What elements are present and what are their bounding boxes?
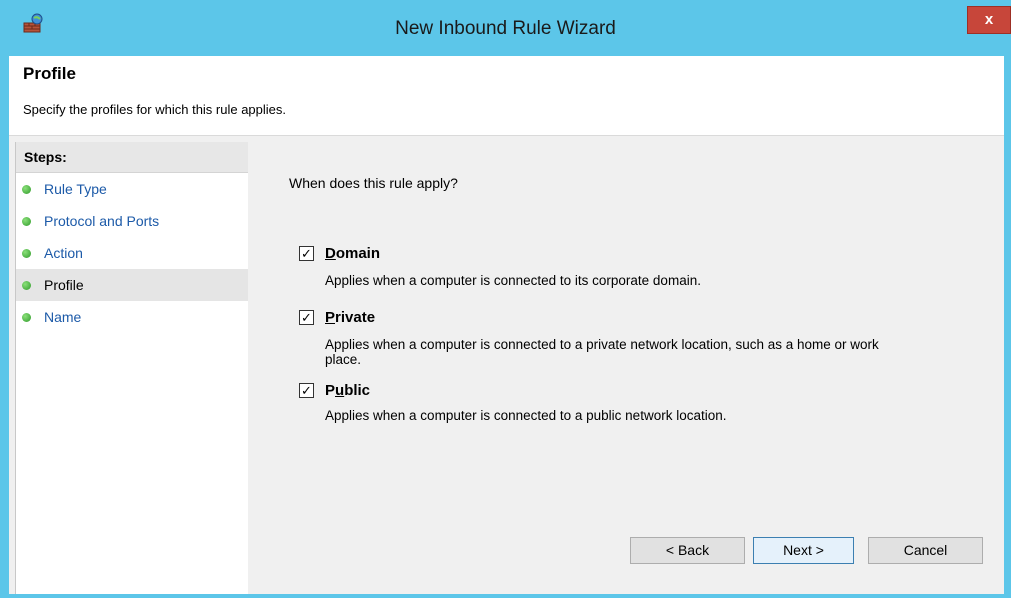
profile-content: When does this rule apply? ✓ Domain Appl…	[269, 142, 1004, 594]
check-icon: ✓	[301, 310, 312, 325]
private-checkbox[interactable]: ✓	[299, 310, 314, 325]
cancel-button[interactable]: Cancel	[868, 537, 983, 564]
domain-checkbox[interactable]: ✓	[299, 246, 314, 261]
step-name[interactable]: Name	[16, 301, 248, 333]
check-icon: ✓	[301, 383, 312, 398]
page-title: Profile	[23, 64, 76, 83]
step-status-icon	[22, 217, 31, 226]
steps-panel: Steps: Rule Type Protocol and Ports Acti…	[15, 142, 248, 594]
close-button[interactable]: x	[967, 6, 1011, 34]
back-button[interactable]: < Back	[630, 537, 745, 564]
page-header: Profile Specify the profiles for which t…	[9, 56, 1004, 135]
step-status-icon	[22, 281, 31, 290]
step-label: Rule Type	[44, 181, 107, 197]
page-subtitle: Specify the profiles for which this rule…	[23, 102, 287, 117]
header-divider	[9, 135, 1004, 136]
next-button[interactable]: Next >	[753, 537, 854, 564]
wizard-client-area: Profile Specify the profiles for which t…	[9, 56, 1004, 594]
step-status-icon	[22, 249, 31, 258]
private-description: Applies when a computer is connected to …	[325, 337, 879, 367]
wizard-window: New Inbound Rule Wizard x Profile Specif…	[0, 0, 1011, 598]
step-label: Action	[44, 245, 83, 261]
step-status-icon	[22, 313, 31, 322]
public-checkbox[interactable]: ✓	[299, 383, 314, 398]
step-label: Name	[44, 309, 82, 325]
window-title: New Inbound Rule Wizard	[395, 18, 616, 39]
step-label: Protocol and Ports	[44, 213, 160, 229]
step-action[interactable]: Action	[16, 237, 248, 269]
step-rule-type[interactable]: Rule Type	[16, 173, 248, 205]
domain-description: Applies when a computer is connected to …	[325, 273, 701, 288]
step-protocol-and-ports[interactable]: Protocol and Ports	[16, 205, 248, 237]
check-icon: ✓	[301, 246, 312, 261]
step-profile[interactable]: Profile	[16, 269, 248, 301]
steps-header: Steps:	[16, 142, 248, 173]
public-label[interactable]: Public	[325, 382, 370, 399]
step-status-icon	[22, 185, 31, 194]
public-description: Applies when a computer is connected to …	[325, 408, 727, 423]
title-bar[interactable]: New Inbound Rule Wizard x	[0, 0, 1011, 56]
domain-label[interactable]: Domain	[325, 245, 380, 262]
step-label: Profile	[44, 277, 84, 293]
private-label[interactable]: Private	[325, 309, 375, 326]
question-text: When does this rule apply?	[289, 175, 458, 191]
